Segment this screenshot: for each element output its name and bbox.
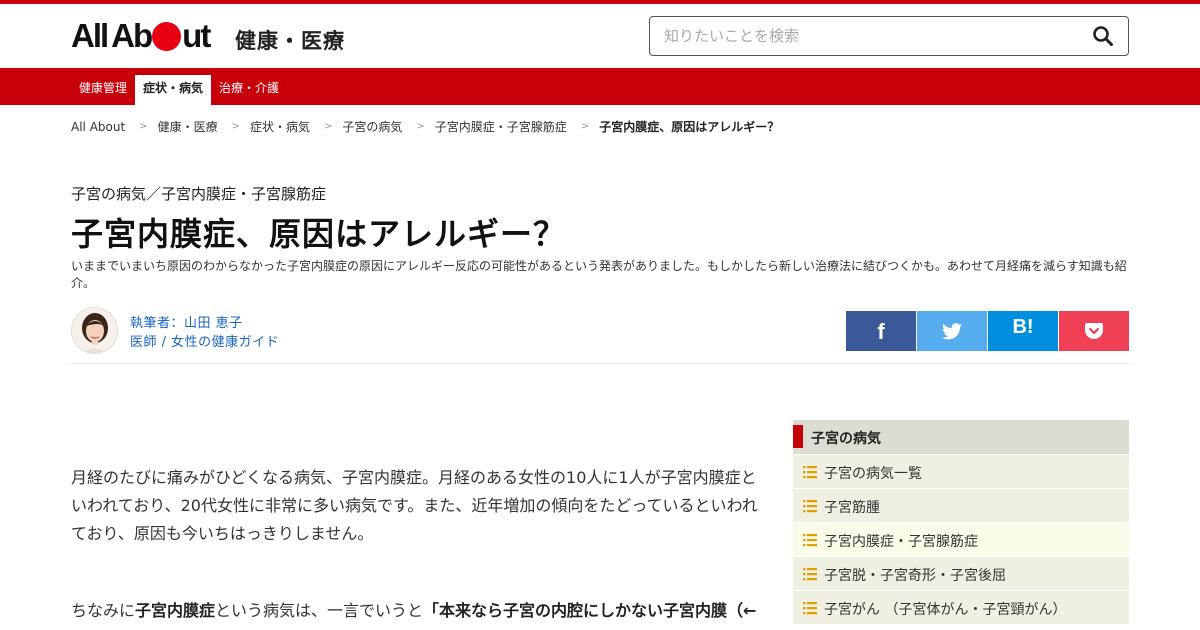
breadcrumb-chevron-icon: > bbox=[416, 121, 425, 132]
sidebar-item-label: 子宮筋腫 bbox=[824, 500, 880, 516]
twitter-bird-icon bbox=[942, 322, 962, 339]
sidebar-item-label: 子宮がん （子宮体がん・子宮頸がん） bbox=[824, 602, 1067, 618]
article-title: 子宮内膜症、原因はアレルギー？ bbox=[71, 215, 567, 253]
hatena-bookmark-share-button[interactable]: B! bbox=[988, 311, 1058, 351]
sidebar-item-label: 子宮の病気一覧 bbox=[824, 466, 922, 482]
list-icon bbox=[803, 568, 817, 581]
allabout-logo[interactable]: All Ab ut bbox=[71, 17, 211, 55]
breadcrumb-item[interactable]: 健康・医療 bbox=[158, 118, 218, 135]
article-category: 子宮の病気／子宮内膜症・子宮腺筋症 bbox=[71, 185, 327, 203]
breadcrumb: All About > 健康・医療 > 症状・病気 > 子宮の病気 > 子宮内膜… bbox=[71, 118, 779, 135]
list-icon bbox=[803, 602, 817, 615]
article-paragraph: ちなみに子宮内膜症という病気は、一言でいうと「本来なら子宮の内腔にしかない子宮内… bbox=[71, 597, 766, 625]
list-icon bbox=[803, 466, 817, 479]
logo-text-ut: ut bbox=[182, 17, 211, 54]
sidebar-heading-accent bbox=[793, 425, 803, 448]
nav-tab-health-management[interactable]: 健康管理 bbox=[71, 75, 135, 105]
hatena-bookmark-icon: B! bbox=[1012, 316, 1034, 338]
logo-text-all: All bbox=[71, 17, 109, 54]
article-lead: いままでいまいち原因のわからなかった子宮内膜症の原因にアレルギー反応の可能性があ… bbox=[71, 259, 1127, 290]
list-icon bbox=[803, 500, 817, 513]
search-box bbox=[649, 16, 1129, 56]
sidebar-category-menu: 子宮の病気 子宮の病気一覧 子宮筋腫 子宮内膜症・子宮腺筋症 子宮脱・子宮奇形・… bbox=[793, 420, 1129, 624]
author-avatar[interactable] bbox=[71, 307, 118, 354]
sidebar-item-label: 子宮内膜症・子宮腺筋症 bbox=[824, 534, 978, 550]
pocket-share-button[interactable] bbox=[1059, 311, 1129, 351]
logo-text-ab: Ab bbox=[111, 17, 153, 54]
breadcrumb-chevron-icon: > bbox=[231, 121, 240, 132]
site-section-name[interactable]: 健康・医療 bbox=[235, 25, 345, 55]
list-icon bbox=[803, 534, 817, 547]
paragraph-text: ちなみに bbox=[71, 601, 136, 620]
nav-tab-symptoms-diseases[interactable]: 症状・病気 bbox=[135, 75, 212, 105]
breadcrumb-item[interactable]: 症状・病気 bbox=[250, 118, 310, 135]
breadcrumb-current: 子宮内膜症、原因はアレルギー？ bbox=[599, 120, 780, 134]
author-role-link[interactable]: 医師 / 女性の健康ガイド bbox=[130, 331, 279, 350]
breadcrumb-chevron-icon: > bbox=[139, 121, 148, 132]
search-input[interactable] bbox=[664, 26, 1064, 46]
sidebar-item-endometriosis[interactable]: 子宮内膜症・子宮腺筋症 bbox=[793, 522, 1129, 556]
breadcrumb-item[interactable]: 子宮の病気 bbox=[342, 118, 402, 135]
paragraph-bold-text: 子宮内膜症 bbox=[135, 601, 216, 620]
breadcrumb-item[interactable]: All About bbox=[71, 120, 125, 134]
breadcrumb-chevron-icon: > bbox=[323, 121, 333, 132]
header-divider bbox=[71, 363, 1129, 364]
sidebar-heading: 子宮の病気 bbox=[793, 420, 1129, 454]
sidebar-item-uterine-diseases-list[interactable]: 子宮の病気一覧 bbox=[793, 454, 1129, 488]
logo-wordmark: All Ab ut bbox=[71, 17, 211, 55]
site-header: All Ab ut 健康・医療 bbox=[0, 4, 1200, 68]
facebook-icon: f bbox=[877, 319, 885, 344]
breadcrumb-item[interactable]: 子宮内膜症・子宮腺筋症 bbox=[435, 118, 567, 135]
paragraph-text: という病気は、一言でいうと bbox=[215, 601, 424, 620]
article-paragraph: 月経のたびに痛みがひどくなる病気、子宮内膜症。月経のある女性の10人に1人が子宮… bbox=[71, 468, 758, 543]
search-icon[interactable] bbox=[1092, 25, 1114, 47]
pocket-icon bbox=[1085, 322, 1103, 339]
sidebar-item-uterine-cancer[interactable]: 子宮がん （子宮体がん・子宮頸がん） bbox=[793, 590, 1129, 624]
breadcrumb-chevron-icon: > bbox=[580, 121, 590, 132]
sidebar-item-label: 子宮脱・子宮奇形・子宮後屈 bbox=[824, 568, 1006, 584]
author-name-link[interactable]: 執筆者：山田 恵子 bbox=[130, 312, 243, 331]
facebook-share-button[interactable]: f bbox=[846, 311, 916, 351]
twitter-share-button[interactable] bbox=[917, 311, 987, 351]
sidebar-item-uterine-fibroids[interactable]: 子宮筋腫 bbox=[793, 488, 1129, 522]
sidebar-heading-text: 子宮の病気 bbox=[811, 431, 881, 447]
nav-tab-treatment-care[interactable]: 治療・介護 bbox=[211, 75, 287, 105]
category-nav: 健康管理 症状・病気 治療・介護 bbox=[0, 68, 1200, 105]
paragraph-bold-text: 「本来なら子宮の内腔にしかない子宮内膜（← bbox=[423, 601, 757, 620]
sidebar-item-uterine-prolapse[interactable]: 子宮脱・子宮奇形・子宮後屈 bbox=[793, 556, 1129, 590]
logo-red-dot-icon bbox=[152, 21, 182, 51]
